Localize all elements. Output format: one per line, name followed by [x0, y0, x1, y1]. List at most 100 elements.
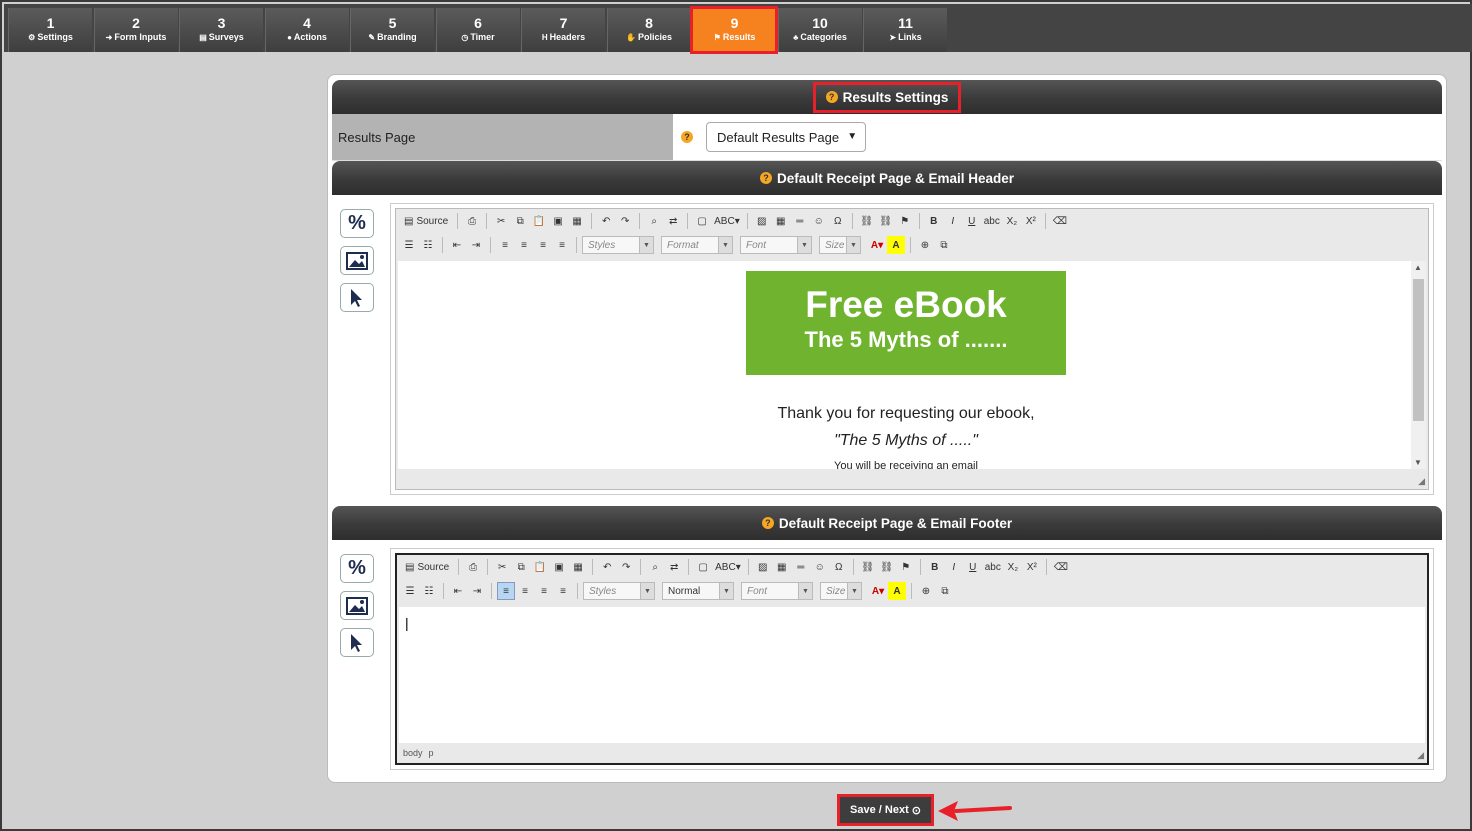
step-tab-policies[interactable]: 8 ✋ Policies — [606, 8, 691, 52]
bg-color-icon[interactable]: A — [887, 236, 905, 254]
underline-icon[interactable]: U — [963, 212, 981, 230]
image-icon[interactable]: ▨ — [753, 212, 771, 230]
paste-word-icon[interactable]: ▦ — [569, 558, 587, 576]
insert-link-button[interactable] — [340, 628, 374, 657]
redo-icon[interactable]: ↷ — [616, 212, 634, 230]
insert-link-button[interactable] — [340, 283, 374, 312]
outdent-icon[interactable]: ⇤ — [449, 582, 467, 600]
paste-word-icon[interactable]: ▦ — [568, 212, 586, 230]
table-icon[interactable]: ▦ — [773, 558, 791, 576]
results-page-select[interactable]: Default Results Page ▼ — [706, 122, 867, 152]
paste-text-icon[interactable]: ▣ — [550, 558, 568, 576]
indent-icon[interactable]: ⇥ — [468, 582, 486, 600]
remove-format-icon[interactable]: ⌫ — [1051, 212, 1069, 230]
size-combo[interactable]: Size ▼ — [820, 582, 862, 600]
paste-text-icon[interactable]: ▣ — [549, 212, 567, 230]
insert-image-button[interactable] — [340, 591, 374, 620]
align-left-icon[interactable]: ≡ — [497, 582, 515, 600]
align-center-icon[interactable]: ≡ — [516, 582, 534, 600]
step-tab-actions[interactable]: 4 ● Actions — [264, 8, 349, 52]
align-center-icon[interactable]: ≡ — [515, 236, 533, 254]
step-tab-categories[interactable]: 10 ♣ Categories — [777, 8, 862, 52]
remove-format-icon[interactable]: ⌫ — [1052, 558, 1070, 576]
image-icon[interactable]: ▨ — [754, 558, 772, 576]
source-button[interactable]: ▤ Source — [401, 558, 453, 576]
save-next-button[interactable]: Save / Next ⊙ — [837, 794, 934, 826]
strike-icon[interactable]: abc — [982, 212, 1002, 230]
paste-icon[interactable]: 📋 — [530, 212, 548, 230]
bold-icon[interactable]: B — [925, 212, 943, 230]
subscript-icon[interactable]: X₂ — [1003, 212, 1021, 230]
status-path-p[interactable]: p — [429, 748, 434, 758]
bullet-list-icon[interactable]: ☷ — [419, 236, 437, 254]
anchor-icon[interactable]: ⚑ — [897, 558, 915, 576]
step-tab-settings[interactable]: 1 ⚙ Settings — [8, 8, 92, 52]
bullet-list-icon[interactable]: ☷ — [420, 582, 438, 600]
bg-color-icon[interactable]: A — [888, 582, 906, 600]
align-justify-icon[interactable]: ≡ — [553, 236, 571, 254]
superscript-icon[interactable]: X² — [1022, 212, 1040, 230]
align-left-icon[interactable]: ≡ — [496, 236, 514, 254]
horizontal-line-icon[interactable]: ═ — [792, 558, 810, 576]
scroll-thumb[interactable] — [1413, 279, 1424, 421]
help-icon[interactable]: ? — [681, 131, 693, 143]
print-icon[interactable]: ⎙ — [464, 558, 482, 576]
format-combo[interactable]: Format ▼ — [661, 236, 733, 254]
cut-icon[interactable]: ✂ — [493, 558, 511, 576]
anchor-icon[interactable]: ⚑ — [896, 212, 914, 230]
find-icon[interactable]: ⌕ — [646, 558, 664, 576]
header-editor-content[interactable]: Free eBook The 5 Myths of ....... Thank … — [398, 261, 1426, 469]
format-combo[interactable]: Normal ▼ — [662, 582, 734, 600]
bold-icon[interactable]: B — [926, 558, 944, 576]
size-combo[interactable]: Size ▼ — [819, 236, 861, 254]
indent-icon[interactable]: ⇥ — [467, 236, 485, 254]
select-all-icon[interactable]: ▢ — [693, 212, 711, 230]
help-icon[interactable]: ? — [759, 172, 772, 184]
copy-icon[interactable]: ⧉ — [512, 558, 530, 576]
undo-icon[interactable]: ↶ — [598, 558, 616, 576]
replace-icon[interactable]: ⇄ — [664, 212, 682, 230]
text-color-icon[interactable]: A▾ — [868, 236, 886, 254]
table-icon[interactable]: ▦ — [772, 212, 790, 230]
step-tab-form-inputs[interactable]: 2 ➜ Form Inputs — [93, 8, 178, 52]
text-color-icon[interactable]: A▾ — [869, 582, 887, 600]
font-combo[interactable]: Font ▼ — [741, 582, 813, 600]
paste-icon[interactable]: 📋 — [531, 558, 549, 576]
spellcheck-icon[interactable]: ABC▾ — [712, 212, 742, 230]
resize-handle-icon[interactable]: ◢ — [1417, 750, 1424, 761]
scroll-down-icon[interactable]: ▼ — [1414, 458, 1422, 467]
replace-icon[interactable]: ⇄ — [665, 558, 683, 576]
styles-combo[interactable]: Styles ▼ — [583, 582, 655, 600]
numbered-list-icon[interactable]: ☰ — [400, 236, 418, 254]
help-icon[interactable]: ? — [761, 517, 774, 529]
align-right-icon[interactable]: ≡ — [535, 582, 553, 600]
percent-merge-button[interactable]: % — [340, 209, 374, 238]
print-icon[interactable]: ⎙ — [463, 212, 481, 230]
special-char-icon[interactable]: Ω — [830, 558, 848, 576]
header-editor-scrollbar[interactable]: ▲ ▼ — [1411, 261, 1426, 469]
step-tab-timer[interactable]: 6 ◷ Timer — [435, 8, 520, 52]
numbered-list-icon[interactable]: ☰ — [401, 582, 419, 600]
redo-icon[interactable]: ↷ — [617, 558, 635, 576]
undo-icon[interactable]: ↶ — [597, 212, 615, 230]
percent-merge-button[interactable]: % — [340, 554, 374, 583]
superscript-icon[interactable]: X² — [1023, 558, 1041, 576]
source-button[interactable]: ▤ Source — [400, 212, 452, 230]
step-tab-results[interactable]: 9 ⚑ Results — [690, 6, 778, 54]
select-all-icon[interactable]: ▢ — [694, 558, 712, 576]
show-blocks-icon[interactable]: ⧉ — [936, 582, 954, 600]
underline-icon[interactable]: U — [964, 558, 982, 576]
strike-icon[interactable]: abc — [983, 558, 1003, 576]
status-path-body[interactable]: body — [403, 748, 423, 758]
unlink-icon[interactable]: ⛓ — [877, 212, 895, 230]
scroll-up-icon[interactable]: ▲ — [1414, 263, 1422, 272]
footer-editor-content[interactable]: | — [399, 607, 1425, 743]
cut-icon[interactable]: ✂ — [492, 212, 510, 230]
maximize-icon[interactable]: ⊕ — [917, 582, 935, 600]
link-icon[interactable]: ⛓ — [858, 212, 876, 230]
maximize-icon[interactable]: ⊕ — [916, 236, 934, 254]
italic-icon[interactable]: I — [944, 212, 962, 230]
copy-icon[interactable]: ⧉ — [511, 212, 529, 230]
font-combo[interactable]: Font ▼ — [740, 236, 812, 254]
step-tab-surveys[interactable]: 3 ▤ Surveys — [179, 8, 263, 52]
